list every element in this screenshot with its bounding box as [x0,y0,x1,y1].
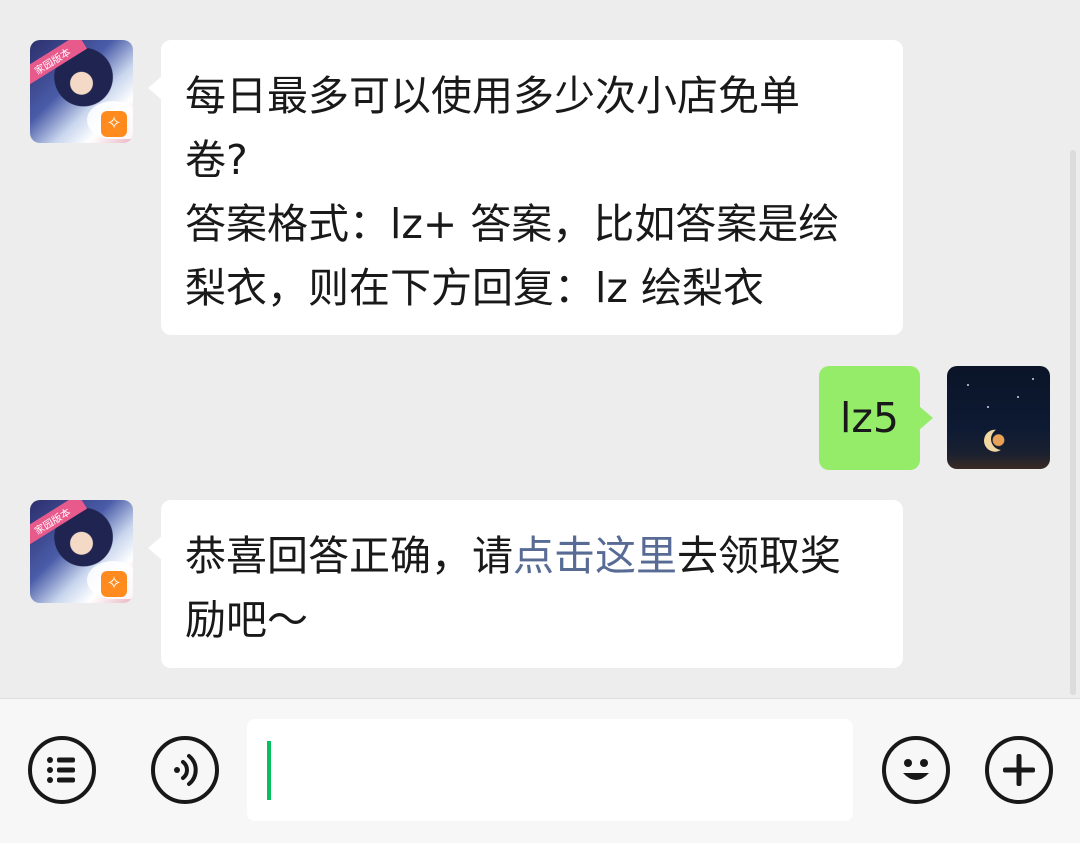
plus-icon [1003,754,1035,786]
star-icon [987,406,989,408]
game-account-avatar[interactable]: 家园版本 ✧ [30,500,133,603]
voice-icon [174,754,198,786]
message-line: 卷? [185,136,248,184]
message-bubble-answer[interactable]: lz5 [819,366,933,470]
emoji-icon [903,759,929,780]
message-line: 答案格式：lz+ 答案，比如答案是绘 [185,200,840,248]
message-input[interactable] [247,719,853,821]
text-caret [267,741,271,800]
moon-icon [988,425,1016,453]
message-bubble-reply[interactable]: 恭喜回答正确，请点击这里去领取奖励吧～ [148,500,903,668]
chat-area: 家园版本 ✧ 每日最多可以使用多少次小店免单 卷? 答案格式：lz+ 答案，比如答案… [0,0,1080,698]
scrollbar[interactable] [1070,150,1076,695]
menu-list-icon [47,757,75,783]
emoji-button[interactable] [882,736,950,804]
message-line: 恭喜回答正确，请点击这里去领取奖 [185,524,879,588]
star-icon [1017,396,1019,398]
plus-button[interactable] [985,736,1053,804]
input-toolbar [0,698,1080,843]
avatar-badge: 家园版本 [30,40,88,87]
message-line: 梨衣，则在下方回复：lz 绘梨衣 [185,264,764,312]
message-line: 每日最多可以使用多少次小店免单 [185,72,800,120]
message-bubble-question[interactable]: 每日最多可以使用多少次小店免单 卷? 答案格式：lz+ 答案，比如答案是绘 梨衣，则在… [148,40,903,335]
avatar-badge: 家园版本 [30,500,88,547]
reward-link[interactable]: 点击这里 [513,532,677,580]
game-logo-icon: ✧ [101,571,127,597]
message-text: lz5 [840,393,899,442]
game-account-avatar[interactable]: 家园版本 ✧ [30,40,133,143]
star-icon [967,384,969,386]
menu-list-button[interactable] [28,736,96,804]
voice-button[interactable] [151,736,219,804]
message-text: 去领取奖 [677,532,841,580]
game-logo-icon: ✧ [101,111,127,137]
self-avatar[interactable] [947,366,1050,469]
star-icon [1032,378,1034,380]
message-line: 励吧～ [185,596,308,644]
message-text: 恭喜回答正确，请 [185,532,513,580]
